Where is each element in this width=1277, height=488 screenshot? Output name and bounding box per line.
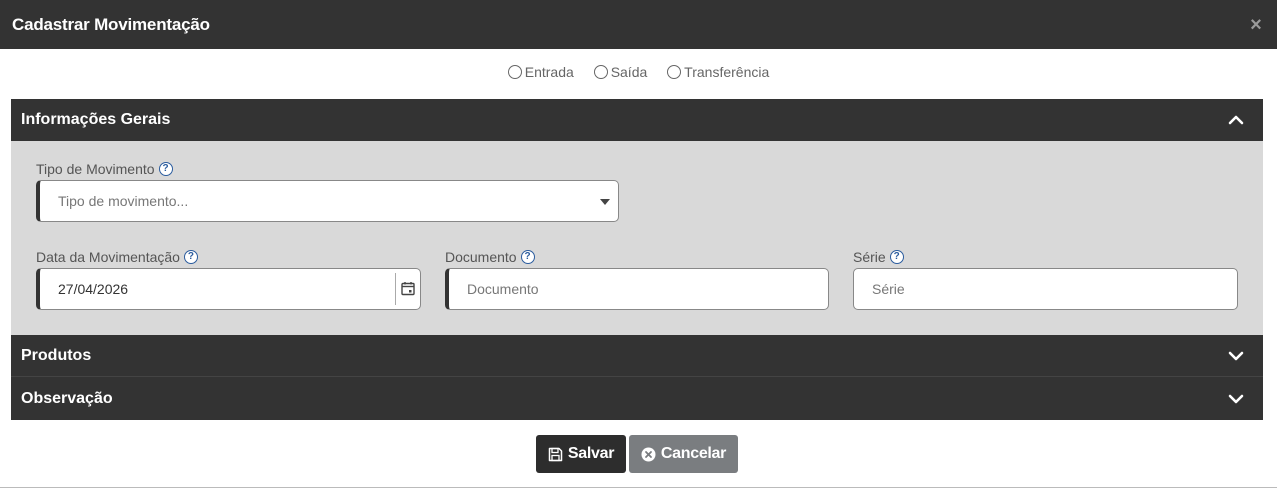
movement-date-value: 27/04/2026 [58, 281, 129, 297]
radio-entrada[interactable]: Entrada [507, 64, 574, 80]
calendar-icon[interactable] [401, 281, 415, 296]
section-header-products[interactable]: Produtos [11, 335, 1263, 377]
movement-type-label: Tipo de Movimento ? [36, 161, 173, 177]
movement-date-label: Data da Movimentação ? [36, 249, 198, 265]
series-placeholder: Série [872, 281, 905, 297]
chevron-down-icon[interactable] [1227, 390, 1245, 408]
section-header-general-info[interactable]: Informações Gerais [11, 99, 1263, 141]
radio-label-entrada: Entrada [524, 64, 574, 80]
document-placeholder: Documento [467, 281, 539, 297]
radio-transferencia[interactable]: Transferência [667, 64, 769, 80]
document-label-text: Documento [445, 249, 517, 265]
close-icon[interactable]: × [1245, 14, 1267, 36]
movement-date-label-text: Data da Movimentação [36, 249, 180, 265]
series-input[interactable]: Série [853, 268, 1238, 310]
chevron-down-icon[interactable] [1227, 347, 1245, 365]
document-input[interactable]: Documento [445, 268, 829, 310]
section-title-general-info: Informações Gerais [21, 111, 171, 128]
movement-type-select[interactable]: Tipo de movimento... [36, 180, 619, 222]
chevron-up-icon[interactable] [1227, 111, 1245, 129]
cancel-button[interactable]: Cancelar [629, 435, 738, 473]
section-title-products: Produtos [21, 347, 92, 364]
radio-circle-icon[interactable] [507, 65, 522, 79]
save-button-label: Salvar [567, 445, 615, 462]
help-icon[interactable]: ? [889, 250, 904, 264]
series-label-text: Série [853, 249, 886, 265]
modal-titlebar: Cadastrar Movimentação × [0, 0, 1277, 49]
radio-circle-icon[interactable] [667, 65, 682, 79]
section-title-notes: Observação [21, 390, 113, 407]
radio-circle-icon[interactable] [593, 65, 608, 79]
document-label: Documento ? [445, 249, 535, 265]
radio-saida[interactable]: Saída [593, 64, 648, 80]
movement-type-placeholder: Tipo de movimento... [58, 193, 189, 209]
movement-type-radio-group: Entrada Saída Transferência [0, 64, 1277, 82]
general-info-panel: Tipo de Movimento ? Tipo de movimento...… [11, 141, 1263, 335]
cancel-button-label: Cancelar [660, 445, 727, 462]
input-divider [395, 273, 396, 305]
save-button[interactable]: Salvar [536, 435, 626, 473]
help-icon[interactable]: ? [183, 250, 198, 264]
caret-down-icon[interactable] [600, 199, 610, 205]
help-icon[interactable]: ? [520, 250, 535, 264]
radio-label-transferencia: Transferência [684, 64, 770, 80]
series-label: Série ? [853, 249, 904, 265]
help-icon[interactable]: ? [158, 162, 173, 176]
radio-label-saida: Saída [610, 64, 648, 80]
floppy-disk-icon [548, 447, 563, 461]
movement-type-label-text: Tipo de Movimento [36, 161, 155, 177]
movement-date-input[interactable]: 27/04/2026 [36, 268, 421, 310]
section-header-notes[interactable]: Observação [11, 377, 1263, 420]
modal-title: Cadastrar Movimentação [12, 15, 210, 34]
cancel-circle-icon [641, 447, 656, 461]
register-movement-modal: Cadastrar Movimentação × Entrada Saída T… [0, 0, 1277, 488]
